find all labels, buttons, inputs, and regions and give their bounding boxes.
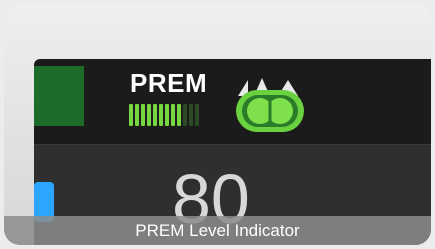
level-segment [165,104,169,126]
lungs-icon [236,78,304,132]
level-segment [129,104,133,126]
prem-label: PREM [130,68,208,98]
green-status-block [34,66,84,126]
level-segment [135,104,139,126]
level-segment [189,104,193,126]
level-segment [159,104,163,126]
level-segment [183,104,187,126]
level-segment [153,104,157,126]
level-segment [195,104,199,126]
level-segment [141,104,145,126]
caption-text: PREM Level Indicator [135,220,300,240]
level-segment [177,104,181,126]
caption-bar: PREM Level Indicator [4,216,431,245]
indicator-frame: PREM 80 PREM Level Indicator [4,4,431,245]
level-segment [171,104,175,126]
prem-level-bars [129,104,199,126]
level-segment [147,104,151,126]
